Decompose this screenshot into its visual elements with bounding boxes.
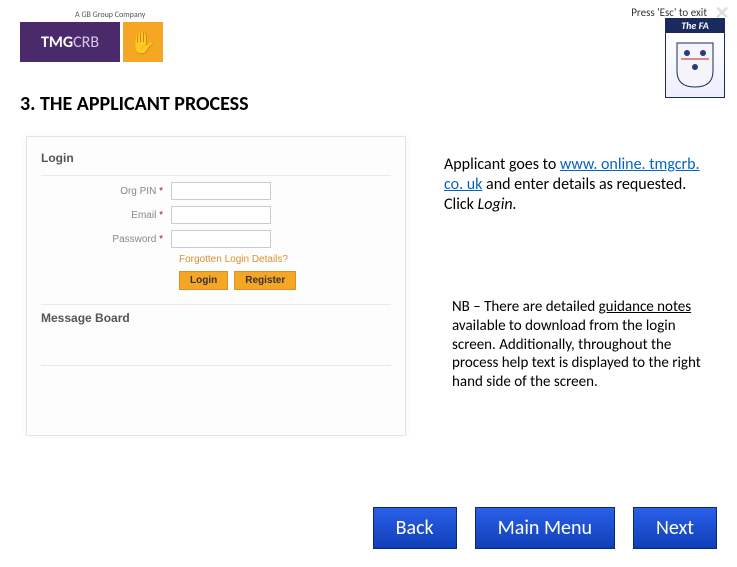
tmg-light: CRB (73, 33, 99, 52)
nb-rest: available to download from the login scr… (452, 317, 701, 391)
login-heading: Login (41, 151, 391, 165)
required-asterisk: * (159, 234, 163, 245)
instruction-text: Applicant goes to www. online. tmgcrb. c… (444, 155, 704, 215)
password-label: Password * (41, 234, 171, 245)
nb-text: NB – There are detailed guidance notes a… (452, 298, 708, 392)
tmg-bold: TMG (41, 33, 73, 52)
nb-prefix: NB – There are detailed (452, 298, 599, 316)
back-button[interactable]: Back (373, 507, 457, 549)
login-button-row: Login Register (179, 271, 391, 290)
forgot-link[interactable]: Forgotten Login Details? (179, 254, 391, 265)
fa-logo: The FA (665, 18, 725, 98)
tmgcrb-logo: TMGCRB (20, 22, 120, 62)
section-title: 3. THE APPLICANT PROCESS (20, 92, 249, 116)
login-button[interactable]: Login (179, 271, 228, 290)
divider (41, 365, 391, 366)
register-button[interactable]: Register (234, 271, 296, 290)
hand-icon: ✋ (123, 22, 163, 62)
email-input[interactable] (171, 206, 271, 224)
tmg-logo-group: A GB Group Company TMGCRB ✋ (20, 10, 163, 62)
email-label: Email * (41, 210, 171, 221)
required-asterisk: * (159, 186, 163, 197)
field-row-password: Password * (41, 230, 391, 248)
divider (41, 304, 391, 305)
message-board-heading: Message Board (41, 311, 391, 325)
password-input[interactable] (171, 230, 271, 248)
instr-part1: Applicant goes to (444, 155, 560, 174)
login-screenshot: Login Org PIN * Email * Password * Forgo… (26, 136, 406, 436)
divider (41, 175, 391, 176)
email-text: Email (131, 210, 156, 221)
next-button[interactable]: Next (633, 507, 717, 549)
orgpin-input[interactable] (171, 182, 271, 200)
login-word: Login. (478, 195, 517, 214)
field-row-email: Email * (41, 206, 391, 224)
nav-button-row: Back Main Menu Next (373, 507, 717, 549)
slide-header: Press 'Esc' to exit ✕ The FA A GB Group … (0, 0, 737, 100)
required-asterisk: * (159, 210, 163, 221)
tmg-tagline: A GB Group Company (75, 10, 163, 20)
field-row-orgpin: Org PIN * (41, 182, 391, 200)
password-text: Password (112, 234, 156, 245)
orgpin-text: Org PIN (120, 186, 156, 197)
fa-crest-icon (665, 33, 725, 98)
orgpin-label: Org PIN * (41, 186, 171, 197)
guidance-notes-link[interactable]: guidance notes (599, 298, 692, 316)
fa-logo-bar: The FA (665, 18, 725, 33)
main-menu-button[interactable]: Main Menu (475, 507, 615, 549)
